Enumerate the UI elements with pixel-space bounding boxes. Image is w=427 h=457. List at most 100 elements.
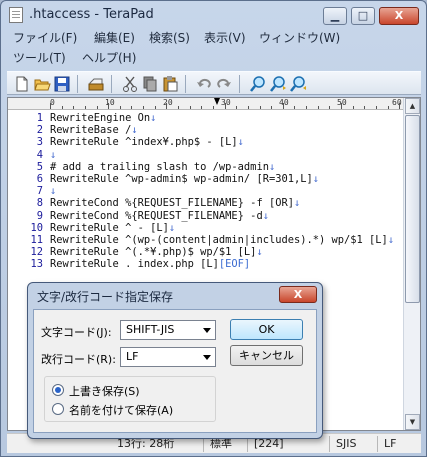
save-as-label[interactable]: 名前を付けて保存(A) [69, 402, 173, 418]
vertical-scrollbar[interactable]: ▲ ▼ [403, 98, 420, 430]
chevron-down-icon [203, 328, 211, 333]
return-mark: ↓ [168, 221, 176, 234]
line-text: RewriteCond %{REQUEST_FILENAME} -f [OR] [50, 197, 294, 210]
overwrite-radio[interactable] [52, 384, 64, 396]
line-number: 8 [36, 197, 43, 210]
toolbar-separator [77, 75, 78, 93]
code-line: 9 RewriteCond %{REQUEST_FILENAME} -d↓ [8, 210, 404, 222]
return-mark: ↓ [268, 160, 276, 173]
ruler-label: 30 [221, 98, 231, 107]
redo-icon[interactable] [215, 75, 233, 93]
return-mark: ↓ [50, 148, 57, 161]
line-number: 10 [30, 221, 43, 234]
ok-button[interactable]: OK [230, 319, 303, 340]
code-line: 13 RewriteRule . index.php [L][EOF] [8, 258, 404, 270]
status-linebreak: LF [377, 436, 396, 452]
overwrite-label[interactable]: 上書き保存(S) [69, 383, 140, 399]
dialog-close-button[interactable]: X [279, 286, 317, 303]
ruler-tick [375, 106, 377, 109]
line-number: 7 [36, 185, 43, 198]
minimize-button[interactable]: ▁ [323, 7, 347, 25]
line-number: 3 [36, 136, 43, 149]
undo-icon[interactable] [195, 75, 213, 93]
ruler-label: 40 [279, 98, 289, 107]
ruler-tick [108, 103, 110, 109]
menu-file[interactable]: ファイル(F) [13, 29, 77, 46]
ruler-tick [399, 103, 401, 109]
toolbar-separator [239, 75, 240, 93]
menu-help[interactable]: ヘルプ(H) [82, 49, 136, 66]
ruler-label: 60 [392, 98, 402, 107]
return-mark: ↓ [262, 209, 269, 222]
close-button[interactable]: X [379, 7, 419, 25]
code-line: 12 RewriteRule ^(.*¥.php)$ wp/$1 [L]↓ [8, 246, 404, 258]
ruler-tick [247, 106, 249, 109]
code-line: 4 ↓ [8, 149, 404, 161]
ruler-tick [131, 106, 133, 109]
new-file-icon[interactable] [13, 75, 31, 93]
menu-view[interactable]: 表示(V) [204, 29, 246, 46]
ruler-tick [317, 106, 319, 109]
menu-search[interactable]: 検索(S) [149, 29, 190, 46]
save-as-radio[interactable] [52, 403, 64, 415]
line-text: RewriteRule ^(wp-(content|admin|includes… [50, 233, 388, 246]
menu-edit[interactable]: 編集(E) [94, 29, 135, 46]
ruler-tick [306, 106, 308, 109]
dialog-body: 文字コード(J): SHIFT-JIS 改行コード(R): LF OK キャンセ… [33, 309, 317, 433]
open-folder-icon[interactable] [33, 75, 51, 93]
ruler-tick [294, 106, 296, 109]
line-text: RewriteRule ^ - [L] [50, 221, 169, 234]
ruler-tick [50, 103, 51, 109]
line-text: RewriteRule . index.php [L] [50, 258, 219, 271]
paste-icon[interactable] [161, 75, 179, 93]
window-title: .htaccess - TeraPad [29, 7, 154, 22]
toolbar-separator [111, 75, 112, 93]
ruler-tick [201, 106, 203, 109]
save-icon[interactable] [53, 75, 71, 93]
line-number: 2 [36, 124, 43, 137]
return-mark: ↓ [293, 197, 301, 210]
cancel-button[interactable]: キャンセル [230, 345, 303, 366]
line-text: RewriteCond %{REQUEST_FILENAME} -d [50, 209, 263, 222]
ruler-tick [271, 106, 273, 109]
code-line: 5 # add a trailing slash to /wp-admin↓ [8, 161, 404, 173]
return-mark: ↓ [50, 185, 57, 198]
linebreak-select[interactable]: LF [120, 347, 216, 367]
ruler-tick [73, 106, 75, 109]
ruler-tick [143, 106, 145, 109]
find-next-icon[interactable] [269, 75, 287, 93]
ruler-tick [364, 106, 366, 109]
ruler-tick [236, 106, 238, 109]
menu-tools[interactable]: ツール(T) [13, 49, 66, 66]
scrollbar-thumb[interactable] [405, 115, 420, 303]
charset-select[interactable]: SHIFT-JIS [120, 320, 216, 340]
line-text: # add a trailing slash to /wp-admin [50, 160, 269, 173]
copy-icon[interactable] [141, 75, 159, 93]
ruler-label: 20 [163, 98, 173, 107]
code-line: 3 RewriteRule ^index¥.php$ - [L]↓ [8, 136, 404, 148]
line-number: 6 [36, 172, 43, 185]
save-encoding-dialog: 文字/改行コード指定保存 X 文字コード(J): SHIFT-JIS 改行コード… [27, 282, 323, 439]
app-window: .htaccess - TeraPad ▁ □ X ファイル(F) 編集(E) … [0, 0, 427, 457]
line-number: 1 [36, 112, 43, 124]
code-line: 10 RewriteRule ^ - [L]↓ [8, 222, 404, 234]
title-bar[interactable]: .htaccess - TeraPad ▁ □ X [1, 1, 426, 29]
cut-icon[interactable] [121, 75, 139, 93]
maximize-button[interactable]: □ [351, 7, 375, 25]
line-text: RewriteBase / [50, 124, 132, 137]
find-icon[interactable] [249, 75, 267, 93]
code-line: 6 RewriteRule ^wp-admin$ wp-admin/ [R=301… [8, 173, 404, 185]
ruler-tick [154, 106, 156, 109]
find-previous-icon[interactable] [289, 75, 307, 93]
scroll-up-arrow-icon[interactable]: ▲ [405, 98, 420, 114]
scroll-down-arrow-icon[interactable]: ▼ [405, 414, 420, 430]
code-line: 7 ↓ [8, 185, 404, 197]
print-icon[interactable] [87, 75, 105, 93]
line-number: 4 [36, 148, 43, 161]
return-mark: ↓ [131, 124, 138, 137]
ruler-caret-marker [214, 98, 220, 105]
save-mode-group: 上書き保存(S) 名前を付けて保存(A) [44, 376, 216, 422]
ruler-tick [189, 106, 191, 109]
menu-window[interactable]: ウィンドウ(W) [259, 29, 340, 46]
toolbar-separator [185, 75, 186, 93]
